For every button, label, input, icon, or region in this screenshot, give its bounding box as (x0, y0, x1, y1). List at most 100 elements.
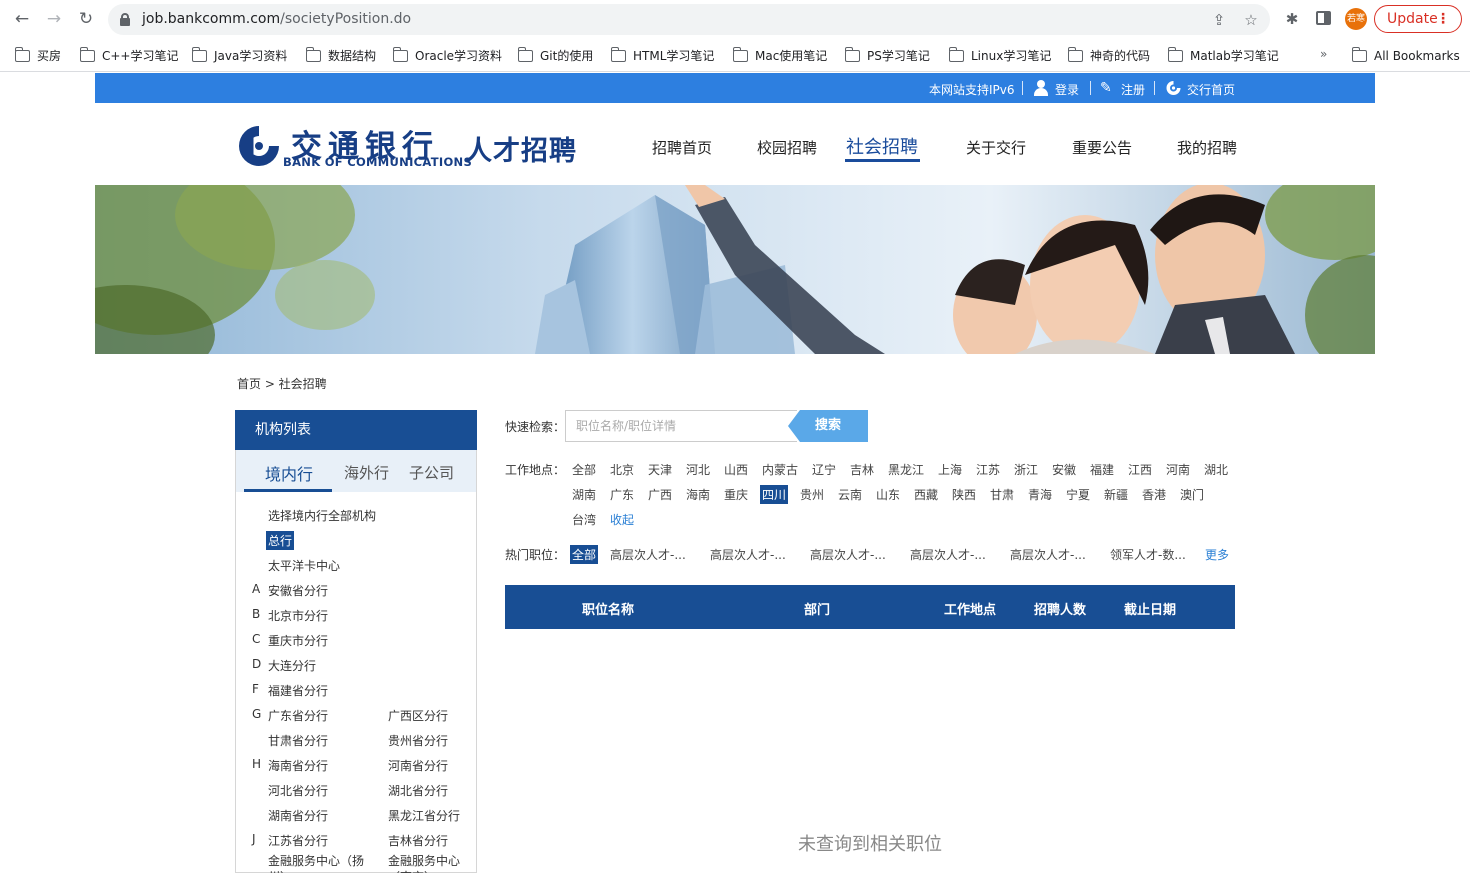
location-option-selected[interactable]: 四川 (760, 485, 789, 504)
location-option[interactable]: 江西 (1128, 461, 1152, 478)
org-branch[interactable]: 河北省分行 (268, 782, 328, 799)
org-branch[interactable]: 广东省分行 (268, 707, 328, 724)
location-option[interactable]: 浙江 (1014, 461, 1038, 478)
location-option[interactable]: 江苏 (976, 461, 1000, 478)
location-option[interactable]: 贵州 (800, 486, 824, 503)
nav-my-recruit[interactable]: 我的招聘 (1177, 137, 1237, 158)
location-option[interactable]: 河北 (686, 461, 710, 478)
column-deadline[interactable]: 截止日期 (1124, 599, 1176, 618)
url-text[interactable]: job.bankcomm.com/societyPosition.do (142, 11, 411, 27)
nav-about-bank[interactable]: 关于交行 (966, 137, 1026, 158)
location-option[interactable]: 重庆 (724, 486, 748, 503)
org-branch[interactable]: 河南省分行 (388, 757, 448, 774)
hot-position-option[interactable]: 高层次人才-... (610, 546, 686, 563)
collapse-locations-link[interactable]: 收起 (610, 511, 634, 528)
extensions-puzzle-icon[interactable]: ✱ (1282, 9, 1302, 29)
hot-position-option[interactable]: 高层次人才-... (1010, 546, 1086, 563)
bank-home-link[interactable]: 交行首页 (1187, 81, 1235, 98)
location-option[interactable]: 澳门 (1180, 486, 1204, 503)
location-option[interactable]: 安徽 (1052, 461, 1076, 478)
bookmark-folder[interactable]: Matlab学习笔记 (1167, 47, 1279, 65)
column-work-location[interactable]: 工作地点 (944, 599, 996, 618)
bookmark-folder[interactable]: Java学习资料 (191, 47, 287, 65)
org-branch[interactable]: 甘肃省分行 (268, 732, 328, 749)
register-link[interactable]: 注册 (1121, 81, 1145, 98)
location-option[interactable]: 黑龙江 (888, 461, 924, 478)
org-branch[interactable]: 北京市分行 (268, 607, 328, 624)
bank-logo-icon[interactable] (1165, 80, 1182, 96)
org-branch[interactable]: 黑龙江省分行 (388, 807, 460, 824)
location-option[interactable]: 台湾 (572, 511, 596, 528)
bookmark-folder[interactable]: 神奇的代码 (1067, 47, 1150, 65)
location-option[interactable]: 吉林 (850, 461, 874, 478)
side-panel-icon[interactable] (1316, 11, 1331, 25)
tab-subsidiary[interactable]: 子公司 (409, 462, 454, 483)
bookmark-folder[interactable]: 买房 (14, 47, 61, 65)
location-option[interactable]: 内蒙古 (762, 461, 798, 478)
hot-position-option-selected[interactable]: 全部 (570, 545, 599, 564)
location-option[interactable]: 河南 (1166, 461, 1190, 478)
hot-position-option[interactable]: 高层次人才-... (810, 546, 886, 563)
quick-search-input[interactable] (565, 410, 797, 442)
bookmark-folder[interactable]: PS学习笔记 (844, 47, 930, 65)
location-option[interactable]: 广西 (648, 486, 672, 503)
location-option[interactable]: 甘肃 (990, 486, 1014, 503)
location-option[interactable]: 青海 (1028, 486, 1052, 503)
column-position-name[interactable]: 职位名称 (582, 599, 634, 618)
bookmark-folder[interactable]: C++学习笔记 (79, 47, 179, 65)
bookmarks-overflow-chevron-icon[interactable]: » (1320, 47, 1327, 61)
org-branch[interactable]: 江苏省分行 (268, 832, 328, 849)
forward-arrow-icon[interactable]: → (43, 8, 65, 30)
location-option[interactable]: 湖南 (572, 486, 596, 503)
location-option[interactable]: 广东 (610, 486, 634, 503)
location-option[interactable]: 天津 (648, 461, 672, 478)
org-branch[interactable]: 吉林省分行 (388, 832, 448, 849)
org-head-office[interactable]: 总行 (266, 531, 295, 550)
select-all-domestic-orgs[interactable]: 选择境内行全部机构 (268, 507, 376, 524)
hot-position-option[interactable]: 高层次人才-... (710, 546, 786, 563)
location-option[interactable]: 北京 (610, 461, 634, 478)
org-branch[interactable]: 金融服务中心（扬州） (268, 853, 368, 873)
pen-icon[interactable]: ✎ (1100, 80, 1116, 96)
column-department[interactable]: 部门 (804, 599, 830, 618)
location-option[interactable]: 海南 (686, 486, 710, 503)
user-icon[interactable] (1033, 80, 1049, 96)
org-pacific-card-center[interactable]: 太平洋卡中心 (268, 557, 340, 574)
location-option[interactable]: 山东 (876, 486, 900, 503)
profile-avatar[interactable]: 若寒 (1345, 8, 1367, 30)
location-option[interactable]: 宁夏 (1066, 486, 1090, 503)
nav-social-recruit[interactable]: 社会招聘 (846, 133, 918, 159)
hot-position-option[interactable]: 高层次人才-... (910, 546, 986, 563)
location-option[interactable]: 新疆 (1104, 486, 1128, 503)
org-branch[interactable]: 福建省分行 (268, 682, 328, 699)
bookmark-folder[interactable]: Git的使用 (517, 47, 593, 65)
tab-domestic[interactable]: 境内行 (265, 461, 313, 485)
tab-overseas[interactable]: 海外行 (344, 462, 389, 483)
org-branch[interactable]: 贵州省分行 (388, 732, 448, 749)
bookmark-folder[interactable]: 数据结构 (305, 47, 376, 65)
nav-campus-recruit[interactable]: 校园招聘 (757, 137, 817, 158)
org-branch[interactable]: 安徽省分行 (268, 582, 328, 599)
location-option[interactable]: 香港 (1142, 486, 1166, 503)
location-option[interactable]: 辽宁 (812, 461, 836, 478)
org-branch[interactable]: 金融服务中心（南京） (388, 853, 463, 873)
breadcrumb[interactable]: 首页 > 社会招聘 (237, 375, 327, 392)
location-option[interactable]: 西藏 (914, 486, 938, 503)
bookmark-folder[interactable]: Oracle学习资料 (392, 47, 502, 65)
more-positions-link[interactable]: 更多 (1205, 546, 1229, 563)
nav-recruit-home[interactable]: 招聘首页 (652, 137, 712, 158)
bookmark-star-icon[interactable]: ☆ (1242, 11, 1260, 29)
search-button[interactable]: 搜索 (788, 410, 868, 442)
location-option[interactable]: 云南 (838, 486, 862, 503)
all-bookmarks-folder[interactable]: All Bookmarks (1351, 47, 1460, 65)
share-icon[interactable]: ⇪ (1210, 11, 1228, 29)
location-option[interactable]: 上海 (938, 461, 962, 478)
bank-logo[interactable]: 交通银行 BANK OF COMMUNICATIONS 人才招聘 (237, 121, 577, 171)
org-branch[interactable]: 海南省分行 (268, 757, 328, 774)
org-branch[interactable]: 湖北省分行 (388, 782, 448, 799)
org-branch[interactable]: 湖南省分行 (268, 807, 328, 824)
location-option[interactable]: 陕西 (952, 486, 976, 503)
bookmark-folder[interactable]: HTML学习笔记 (610, 47, 714, 65)
location-option[interactable]: 山西 (724, 461, 748, 478)
column-headcount[interactable]: 招聘人数 (1034, 599, 1086, 618)
